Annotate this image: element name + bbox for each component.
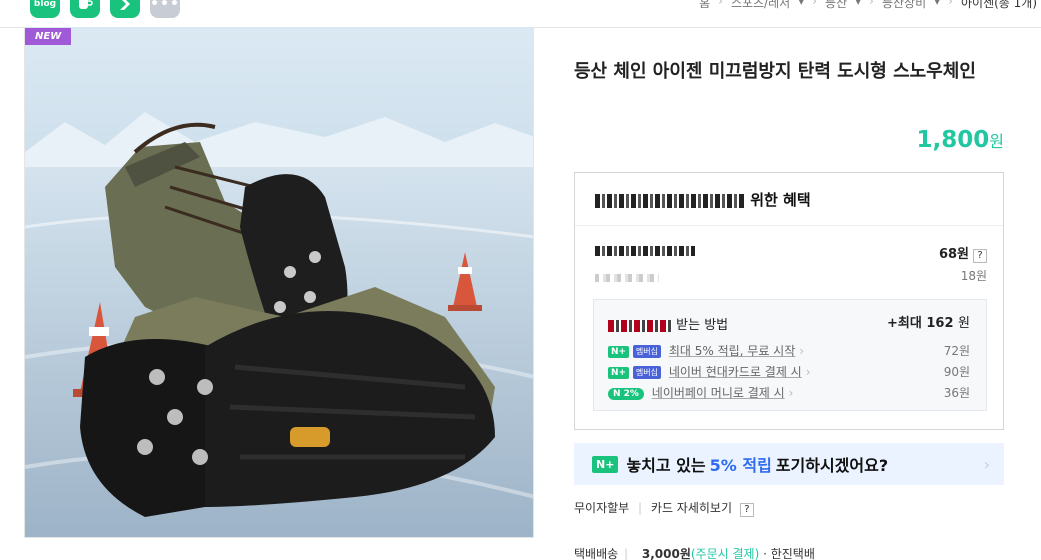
redacted-text [595, 245, 695, 256]
card-max-unit: 원 [958, 316, 970, 331]
breadcrumb-hiking[interactable]: 등산 [825, 0, 847, 11]
card-benefit-panel: 받는 방법 +최대 162 원 N+ 멤버십 최대 5% 적립, 무료 시작 › … [593, 299, 987, 411]
membership-promo-banner[interactable]: N+ 놓치고 있는 5% 적립 포기하시겠어요? › [574, 443, 1004, 485]
naver-plus-icon: N+ [592, 455, 619, 473]
product-title: 등산 체인 아이젠 미끄럼방지 탄력 도시형 스노우체인 [574, 61, 976, 82]
price-unit: 원 [989, 132, 1004, 151]
benefit-row-membership[interactable]: N+ 멤버십 최대 5% 적립, 무료 시작 › 72원 [608, 342, 970, 359]
promo-text: 놓치고 있는 [626, 456, 706, 475]
chevron-right-icon: › [799, 344, 805, 358]
naverpay-icon: N 2% [608, 387, 644, 400]
benefit-value: 72원 [943, 344, 970, 358]
membership-badge: 멤버십 [632, 345, 661, 358]
breadcrumb-sports[interactable]: 스포츠/레저 [731, 0, 790, 11]
naver-plus-icon: N+ [608, 366, 630, 379]
point-sub-label [595, 267, 659, 286]
benefit-link[interactable]: 네이버 현대카드로 결제 시 [669, 365, 802, 379]
breadcrumb-gear[interactable]: 등산장비 [882, 0, 926, 11]
help-icon[interactable]: ? [739, 503, 754, 517]
point-amount-value: 68원 [938, 247, 969, 262]
band-icon[interactable] [110, 0, 140, 18]
benefit-row-card[interactable]: N+ 멤버십 네이버 현대카드로 결제 시 › 90원 [608, 363, 970, 380]
blog-icon[interactable]: blog [30, 0, 60, 18]
breadcrumb-separator: › [718, 0, 723, 8]
installment-row: 무이자할부 | 카드 자세히보기 ? [574, 499, 754, 517]
benefit-row-naverpay[interactable]: N 2% 네이버페이 머니로 결제 시 › 36원 [608, 384, 970, 401]
benefit-header-label: 위한 혜택 [750, 191, 811, 209]
breadcrumb-separator: › [812, 0, 818, 8]
point-amount: 68원? [939, 243, 987, 263]
breadcrumb-home[interactable]: 홈 [699, 0, 710, 11]
shipping-fee: 3,000원 [641, 547, 691, 560]
chevron-right-icon: › [788, 386, 794, 400]
product-price: 1,800원 [917, 127, 1005, 153]
divider: | [624, 547, 629, 560]
promo-highlight: 5% 적립 [709, 456, 772, 475]
divider [24, 537, 534, 538]
more-icon[interactable]: ••• [150, 0, 180, 18]
chevron-down-icon[interactable]: ▾ [934, 0, 940, 11]
benefit-header: 위한 혜택 [595, 189, 811, 210]
card-max-amount: +최대 162 원 [887, 312, 970, 331]
redacted-text [595, 273, 659, 282]
membership-badge: 멤버십 [632, 366, 661, 379]
blog-icon-label: blog [33, 0, 57, 9]
benefit-link[interactable]: 네이버페이 머니로 결제 시 [652, 386, 785, 400]
point-sub-amount: 18원 [960, 269, 987, 283]
card-max-value: +최대 162 [887, 316, 954, 331]
breadcrumb-separator: › [948, 0, 953, 8]
help-icon[interactable]: ? [973, 249, 987, 263]
card-details-link[interactable]: 카드 자세히보기 [651, 501, 732, 515]
point-row: 68원? [595, 243, 987, 263]
benefit-box: 위한 혜택 68원? 18원 받는 방법 +최대 162 원 N+ 멤버십 최대… [574, 172, 1004, 430]
shipping-label: 택배배송 [574, 547, 619, 560]
shipping-carrier: · 한진택배 [763, 547, 815, 560]
product-image[interactable] [24, 27, 534, 537]
benefit-value: 90원 [943, 365, 970, 379]
breadcrumb: 홈 › 스포츠/레저 ▾ › 등산 ▾ › 등산장비 ▾ › 아이젠(총 1개) [699, 0, 1037, 11]
card-benefit-label: 받는 방법 [676, 318, 729, 333]
price-value: 1,800 [916, 127, 990, 153]
more-icon-label: ••• [150, 0, 180, 12]
chevron-down-icon[interactable]: ▾ [798, 0, 804, 11]
cafe-icon[interactable] [70, 0, 100, 18]
shipping-row: 택배배송 | 3,000원(주문시 결제) · 한진택배 [574, 545, 815, 560]
installment-label: 무이자할부 [574, 501, 630, 515]
new-badge: NEW [25, 28, 72, 45]
redacted-text [608, 319, 672, 332]
breadcrumb-separator: › [869, 0, 874, 8]
shipping-note: (주문시 결제) [690, 547, 760, 560]
benefit-link[interactable]: 최대 5% 적립, 무료 시작 [669, 344, 795, 358]
chevron-down-icon[interactable]: ▾ [855, 0, 861, 11]
chevron-right-icon: › [805, 365, 811, 379]
share-icons: blog ••• [30, 0, 180, 18]
chevron-right-icon: › [983, 454, 990, 474]
promo-text-end: 포기하시겠어요? [775, 456, 889, 475]
redacted-text [595, 193, 745, 208]
benefit-value: 36원 [943, 386, 970, 400]
product-info: 등산 체인 아이젠 미끄럼방지 탄력 도시형 스노우체인 [574, 56, 1004, 88]
divider: | [638, 501, 643, 515]
naver-plus-icon: N+ [608, 345, 630, 358]
divider [575, 225, 1003, 226]
card-benefit-header: 받는 방법 [608, 314, 728, 333]
breadcrumb-current[interactable]: 아이젠(총 1개) [961, 0, 1037, 11]
